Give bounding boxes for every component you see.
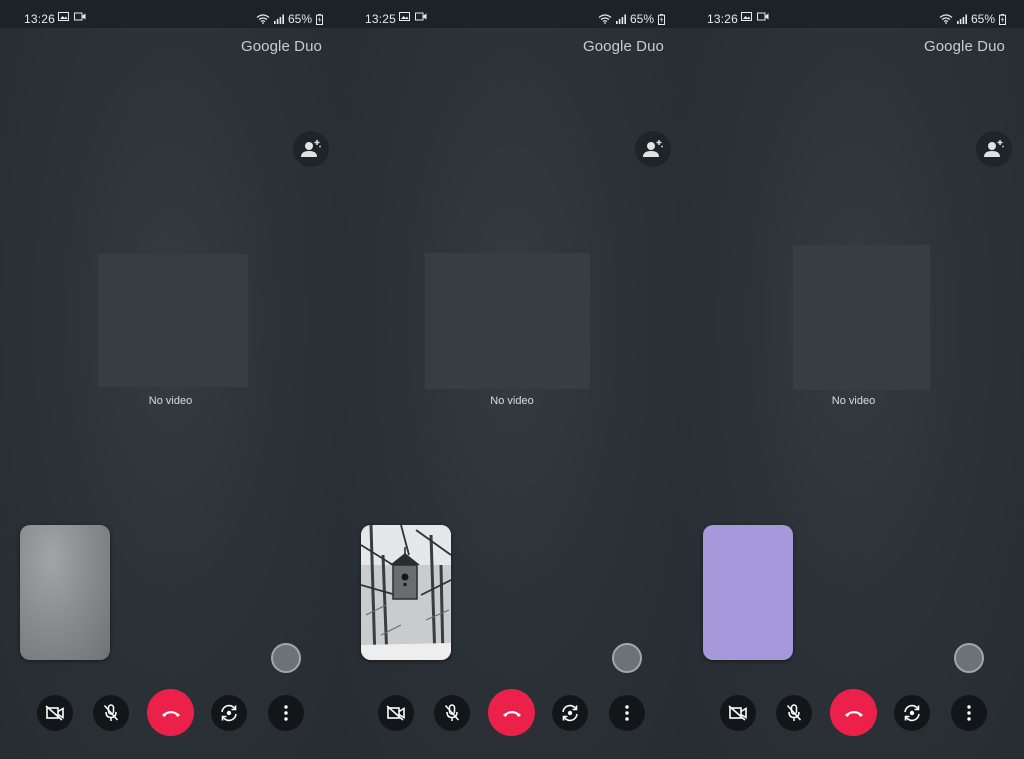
more-options-button[interactable] <box>951 695 987 731</box>
effects-button[interactable] <box>612 643 642 673</box>
phone-screen-2: 13:25 65% Google Duo No video <box>341 0 683 759</box>
mute-button[interactable] <box>776 695 812 731</box>
end-call-icon <box>161 710 180 717</box>
self-view-preview[interactable] <box>361 525 451 660</box>
no-video-label: No video <box>148 395 193 407</box>
switch-camera-button[interactable] <box>552 695 588 731</box>
brand-title: Google Duo <box>923 38 1005 55</box>
video-off-icon <box>386 705 405 721</box>
status-notification-icons <box>741 12 769 21</box>
effects-button[interactable] <box>954 643 984 673</box>
self-view-preview[interactable] <box>20 525 110 660</box>
video-record-icon <box>74 12 86 21</box>
end-call-icon <box>502 710 521 717</box>
battery-percent: 65% <box>629 12 654 26</box>
add-person-button[interactable] <box>635 131 671 167</box>
blurred-camera-feed <box>20 525 110 660</box>
end-call-button[interactable] <box>488 689 535 736</box>
more-icon <box>967 705 971 721</box>
more-icon <box>625 705 629 721</box>
status-bar: 13:26 65% <box>683 0 1024 28</box>
video-record-icon <box>415 12 427 21</box>
signal-icon <box>956 14 967 24</box>
status-right: 65% <box>256 12 323 26</box>
gallery-icon <box>399 12 410 21</box>
video-off-icon <box>45 705 64 721</box>
wifi-icon <box>256 14 270 24</box>
more-icon <box>284 705 288 721</box>
battery-percent: 65% <box>970 12 995 26</box>
gallery-icon <box>58 12 69 21</box>
more-options-button[interactable] <box>609 695 645 731</box>
status-notification-icons <box>58 12 86 21</box>
status-bar: 13:26 65% <box>0 0 341 28</box>
add-person-button[interactable] <box>976 131 1012 167</box>
wifi-icon <box>939 14 953 24</box>
brand-title: Google Duo <box>582 38 664 55</box>
camera-toggle-button[interactable] <box>720 695 756 731</box>
phone-screen-1: 13:26 65% Google Duo No video <box>0 0 341 759</box>
purple-placeholder <box>703 525 793 660</box>
comparison-stage: 13:26 65% Google Duo No video 13:25 65% … <box>0 0 1024 759</box>
battery-charging-icon <box>999 13 1006 25</box>
phone-screen-3: 13:26 65% Google Duo No video <box>683 0 1024 759</box>
mic-off-icon <box>444 704 460 721</box>
no-video-label: No video <box>490 395 534 407</box>
switch-camera-icon <box>904 704 920 722</box>
status-bar: 13:25 65% <box>341 0 683 28</box>
video-record-icon <box>757 12 769 21</box>
camera-toggle-button[interactable] <box>378 695 414 731</box>
signal-icon <box>615 14 626 24</box>
self-view-preview[interactable] <box>703 525 793 660</box>
switch-camera-button[interactable] <box>894 695 930 731</box>
switch-camera-icon <box>562 704 578 722</box>
status-right: 65% <box>939 12 1006 26</box>
status-notification-icons <box>399 12 427 21</box>
end-call-button[interactable] <box>147 689 194 736</box>
add-person-button[interactable] <box>293 131 329 167</box>
switch-camera-button[interactable] <box>211 695 247 731</box>
no-video-label: No video <box>831 395 876 407</box>
switch-camera-icon <box>221 704 237 722</box>
no-video-placeholder <box>98 254 248 387</box>
status-time: 13:25 <box>365 12 397 26</box>
signal-icon <box>273 14 284 24</box>
no-video-placeholder <box>425 253 590 389</box>
status-right: 65% <box>598 12 665 26</box>
battery-percent: 65% <box>287 12 312 26</box>
gallery-icon <box>741 12 752 21</box>
birdhouse-photo <box>361 525 451 660</box>
mic-off-icon <box>103 704 119 721</box>
more-options-button[interactable] <box>268 695 304 731</box>
no-video-placeholder <box>793 245 930 390</box>
battery-charging-icon <box>316 13 323 25</box>
status-time: 13:26 <box>24 12 56 26</box>
brand-title: Google Duo <box>240 38 322 55</box>
add-person-icon <box>984 140 1004 157</box>
mic-off-icon <box>786 704 802 721</box>
camera-toggle-button[interactable] <box>37 695 73 731</box>
video-off-icon <box>728 705 747 721</box>
battery-charging-icon <box>658 13 665 25</box>
end-call-button[interactable] <box>830 689 877 736</box>
add-person-icon <box>643 140 663 157</box>
mute-button[interactable] <box>434 695 470 731</box>
add-person-icon <box>301 140 321 157</box>
end-call-icon <box>844 710 863 717</box>
status-time: 13:26 <box>707 12 739 26</box>
effects-button[interactable] <box>271 643 301 673</box>
wifi-icon <box>598 14 612 24</box>
mute-button[interactable] <box>93 695 129 731</box>
